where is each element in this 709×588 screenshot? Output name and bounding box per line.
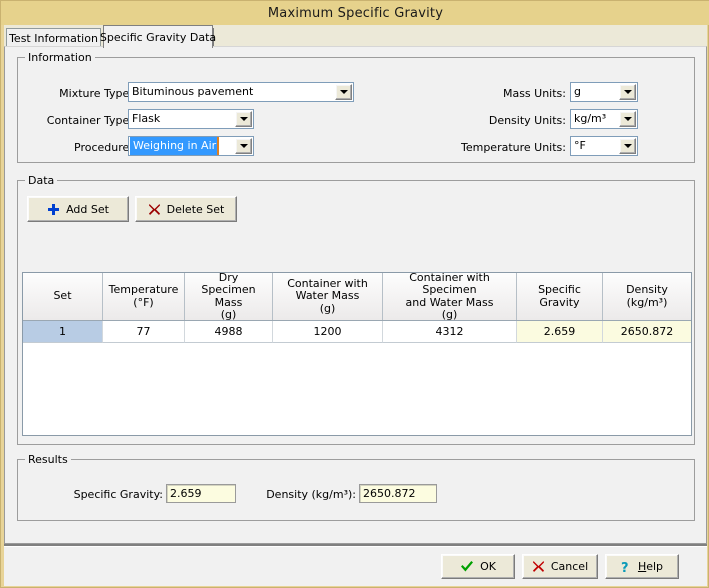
tab-test-information[interactable]: Test Information bbox=[6, 28, 101, 47]
density-units-dropdown[interactable]: kg/m³ bbox=[570, 109, 638, 129]
chevron-down-icon[interactable] bbox=[235, 138, 252, 154]
question-mark-icon: ? bbox=[621, 560, 632, 574]
help-button[interactable]: ? Help bbox=[605, 554, 679, 579]
dialog-window: Maximum Specific Gravity Test Informatio… bbox=[0, 0, 709, 588]
chevron-down-icon[interactable] bbox=[235, 111, 252, 127]
delete-set-label: Delete Set bbox=[167, 203, 225, 216]
procedure-label: Procedure: bbox=[28, 141, 133, 154]
mass-units-value: g bbox=[571, 83, 619, 101]
density-units-value: kg/m³ bbox=[571, 110, 619, 128]
help-label: Help bbox=[638, 560, 663, 573]
temperature-units-label: Temperature Units: bbox=[418, 141, 566, 154]
cell-density: 2650.872 bbox=[603, 321, 691, 343]
information-group: Information Mixture Type: Bituminous pav… bbox=[17, 57, 695, 163]
col-header-container-with-specimen-and-water-mass[interactable]: Container with Specimenand Water Mass(g) bbox=[383, 273, 517, 320]
add-set-label: Add Set bbox=[66, 203, 109, 216]
mixture-type-dropdown[interactable]: Bituminous pavement bbox=[128, 82, 354, 102]
temperature-units-dropdown[interactable]: °F bbox=[570, 136, 638, 156]
col-header-container-with-water-mass[interactable]: Container withWater Mass(g) bbox=[273, 273, 383, 320]
container-type-dropdown[interactable]: Flask bbox=[128, 109, 254, 129]
x-icon bbox=[148, 203, 161, 216]
information-legend: Information bbox=[25, 51, 95, 64]
delete-set-button[interactable]: Delete Set bbox=[135, 196, 237, 222]
col-header-temperature[interactable]: Temperature(°F) bbox=[103, 273, 185, 320]
cell-specific-gravity: 2.659 bbox=[517, 321, 603, 343]
dialog-footer: OK Cancel ? Help bbox=[4, 544, 707, 586]
chevron-down-icon[interactable] bbox=[335, 84, 352, 100]
tab-label: Specific Gravity Data bbox=[100, 31, 216, 44]
results-legend: Results bbox=[25, 453, 71, 466]
check-icon bbox=[460, 560, 474, 573]
help-rest: elp bbox=[646, 560, 663, 573]
data-group: Data Add Set Delete Set bbox=[17, 180, 695, 445]
chevron-down-icon[interactable] bbox=[619, 138, 636, 154]
table-row[interactable]: 1 77 4988 1200 4312 2.659 2650.872 bbox=[23, 321, 691, 343]
title-bar: Maximum Specific Gravity bbox=[1, 1, 709, 25]
results-density-value: 2650.872 bbox=[359, 484, 437, 503]
col-header-set[interactable]: Set bbox=[23, 273, 103, 320]
data-grid-header: Set Temperature(°F) DrySpecimen Mass(g) … bbox=[23, 273, 691, 321]
col-header-dry-specimen-mass[interactable]: DrySpecimen Mass(g) bbox=[185, 273, 273, 320]
density-units-label: Density Units: bbox=[418, 114, 566, 127]
results-group: Results Specific Gravity: 2.659 Density … bbox=[17, 459, 695, 521]
mass-units-label: Mass Units: bbox=[418, 87, 566, 100]
tab-page-specific-gravity-data: Information Mixture Type: Bituminous pav… bbox=[4, 46, 707, 544]
help-mnemonic: H bbox=[638, 560, 646, 573]
ok-button[interactable]: OK bbox=[441, 554, 515, 579]
ok-label: OK bbox=[480, 560, 496, 573]
cancel-button[interactable]: Cancel bbox=[522, 554, 598, 579]
add-set-button[interactable]: Add Set bbox=[27, 196, 129, 222]
window-title: Maximum Specific Gravity bbox=[268, 6, 443, 21]
cell-container-with-specimen-and-water-mass[interactable]: 4312 bbox=[383, 321, 517, 343]
container-type-value: Flask bbox=[129, 110, 235, 128]
chevron-down-icon[interactable] bbox=[619, 111, 636, 127]
results-specific-gravity-label: Specific Gravity: bbox=[58, 488, 163, 501]
col-header-density[interactable]: Density(kg/m³) bbox=[603, 273, 691, 320]
temperature-units-value: °F bbox=[571, 137, 619, 155]
plus-icon bbox=[47, 203, 60, 216]
tab-label: Test Information bbox=[9, 32, 98, 45]
x-icon bbox=[532, 560, 545, 573]
tab-strip: Test Information Specific Gravity Data bbox=[4, 25, 707, 47]
results-specific-gravity-value: 2.659 bbox=[166, 484, 236, 503]
data-legend: Data bbox=[25, 174, 57, 187]
cell-temperature[interactable]: 77 bbox=[103, 321, 185, 343]
svg-text:?: ? bbox=[621, 561, 629, 574]
cell-dry-specimen-mass[interactable]: 4988 bbox=[185, 321, 273, 343]
mass-units-dropdown[interactable]: g bbox=[570, 82, 638, 102]
tab-specific-gravity-data[interactable]: Specific Gravity Data bbox=[103, 25, 213, 48]
cell-container-with-water-mass[interactable]: 1200 bbox=[273, 321, 383, 343]
cell-set[interactable]: 1 bbox=[23, 321, 103, 343]
mixture-type-label: Mixture Type: bbox=[28, 87, 133, 100]
footer-divider bbox=[4, 546, 707, 547]
results-density-label: Density (kg/m³): bbox=[246, 488, 356, 501]
mixture-type-value: Bituminous pavement bbox=[129, 83, 335, 101]
chevron-down-icon[interactable] bbox=[619, 84, 636, 100]
col-header-specific-gravity[interactable]: SpecificGravity bbox=[517, 273, 603, 320]
data-grid[interactable]: Set Temperature(°F) DrySpecimen Mass(g) … bbox=[22, 272, 692, 436]
procedure-value: Weighing in Air bbox=[130, 137, 219, 155]
container-type-label: Container Type: bbox=[28, 114, 133, 127]
procedure-dropdown[interactable]: Weighing in Air bbox=[128, 136, 254, 156]
cancel-label: Cancel bbox=[551, 560, 588, 573]
